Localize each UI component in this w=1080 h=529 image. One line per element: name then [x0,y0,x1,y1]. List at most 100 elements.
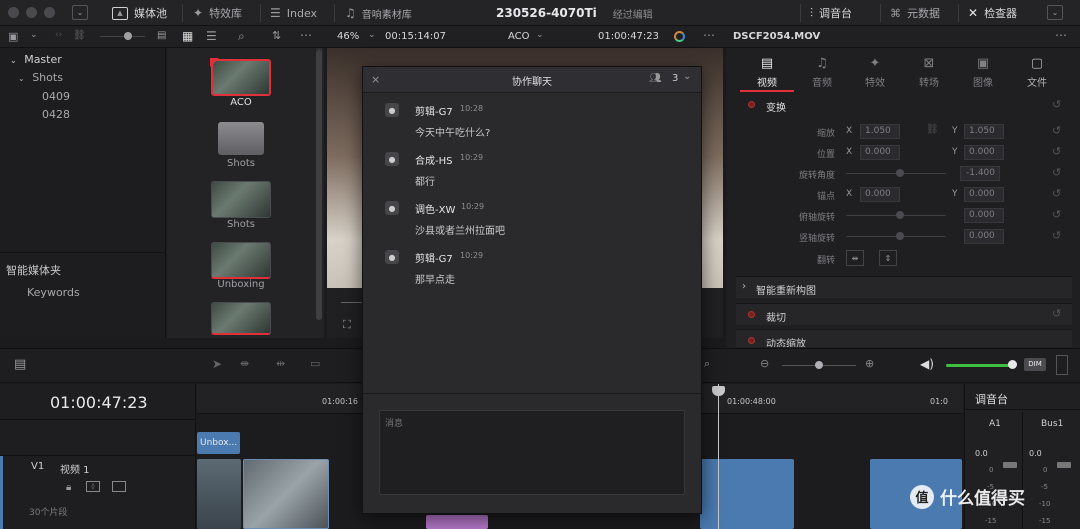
maximize-window-button[interactable] [44,7,55,18]
volume-slider[interactable] [946,364,1012,367]
media-thumbnail-aco[interactable] [211,59,271,96]
track-name[interactable]: 视频 1 [60,461,90,476]
tree-item-0428[interactable]: 0428 [42,108,70,121]
tree-master[interactable]: ⌄ Master [10,53,62,66]
chevron-down-icon[interactable]: ⌄ [72,5,88,20]
reset-icon[interactable]: ↺ [1052,166,1061,179]
tree-shots[interactable]: ⌄ Shots [18,71,63,84]
color-wheel-icon[interactable] [674,31,685,42]
chevron-down-icon[interactable]: ⌄ [368,30,376,40]
link-icon[interactable]: ⛓ [926,124,939,135]
inspector-tab[interactable]: ✕ 检查器 [968,0,1017,26]
lock-icon[interactable]: 🔒︎ [66,482,71,493]
position-y-field[interactable]: 0.000 [964,145,1004,160]
position-x-field[interactable]: 0.000 [860,145,900,160]
media-thumbnail-more[interactable] [211,302,271,335]
timeline-clip[interactable] [243,459,329,529]
filmstrip-view-icon[interactable]: ▤ [157,30,166,41]
monitor-icon[interactable] [112,481,126,492]
yaw-field[interactable]: 0.000 [964,229,1004,244]
zoom-y-field[interactable]: 1.050 [964,124,1004,139]
slider-knob[interactable] [896,169,904,177]
reset-icon[interactable]: ↺ [1052,229,1061,242]
close-window-button[interactable] [8,7,19,18]
more-options-icon[interactable]: ⋯ [703,28,715,42]
clip-name[interactable]: ACO [508,31,530,42]
reset-icon[interactable]: ↺ [1052,187,1061,200]
zoom-out-icon[interactable]: ⊖ [760,357,769,370]
auto-select-icon[interactable]: ◊ [86,481,100,492]
enable-toggle[interactable] [748,311,755,318]
thumbnail-size-slider[interactable] [100,36,145,37]
timeline-clip[interactable] [197,459,241,529]
reset-icon[interactable]: ↺ [1052,307,1061,320]
tab-transitions[interactable]: ⊠ 转场 [902,56,956,89]
search-icon[interactable]: ⌕ [238,29,245,44]
fader-bus1[interactable] [1057,462,1071,468]
crop-icon[interactable]: ⛶ [343,318,351,332]
flip-vertical-icon[interactable]: ⇕ [879,250,897,266]
message-input[interactable] [379,410,685,495]
zoom-level[interactable]: 46% [337,31,359,42]
enable-toggle[interactable] [748,337,755,344]
index-tab[interactable]: ☰ Index [270,0,317,26]
tab-audio[interactable]: ♫ 音频 [795,56,849,89]
flip-horizontal-icon[interactable]: ⇹ [846,250,864,266]
enable-toggle[interactable] [748,101,755,108]
timeline-clip-unboxing[interactable]: Unbox... [197,432,240,454]
trim-tool-icon[interactable]: ⇼ [240,357,249,370]
crop-section[interactable]: 裁切 [736,303,1072,325]
grid-view-icon[interactable]: ▦ [182,29,193,43]
zoom-fit-icon[interactable]: ⌕ [704,357,710,371]
effects-tab[interactable]: ✦ 特效库 [193,0,242,26]
minimize-window-button[interactable] [26,7,37,18]
sort-icon[interactable]: ⇅ [272,29,281,42]
anchor-x-field[interactable]: 0.000 [860,187,900,202]
folder-icon[interactable] [218,122,264,155]
more-options-icon[interactable]: ⋯ [300,28,312,42]
sound-library-tab[interactable]: ♫ 音响素材库 [345,0,412,26]
anchor-y-field[interactable]: 0.000 [964,187,1004,202]
reset-icon[interactable]: ↺ [1052,124,1061,137]
dim-button[interactable]: DIM [1024,358,1046,371]
slider-knob[interactable] [815,361,823,369]
zoom-in-icon[interactable]: ⊕ [865,357,874,370]
rotation-field[interactable]: -1.400 [960,166,1000,181]
reset-icon[interactable]: ↺ [1052,98,1061,111]
media-pool-tab[interactable]: ▲ 媒体池 [112,0,167,26]
users-icon[interactable]: 👥︎ [649,73,662,84]
tree-item-0409[interactable]: 0409 [42,90,70,103]
code-icon[interactable]: ‹› [55,30,62,40]
playhead[interactable] [718,384,719,529]
chevron-down-icon[interactable]: ⌄ [1047,5,1063,20]
slider-knob[interactable] [124,32,132,40]
tab-effects[interactable]: ✦ 特效 [848,56,902,89]
tab-file[interactable]: ▢ 文件 [1010,56,1064,89]
slider-knob[interactable] [896,211,904,219]
chevron-down-icon[interactable]: ⌄ [536,30,544,40]
chevron-down-icon[interactable]: ⌄ [30,30,38,40]
tree-item-keywords[interactable]: Keywords [27,286,80,299]
timeline-view-icon[interactable]: ▤ [14,357,26,372]
tab-image[interactable]: ▣ 图像 [956,56,1010,89]
reset-icon[interactable]: ↺ [1052,208,1061,221]
speaker-icon[interactable]: ◀) [920,357,934,371]
insert-clip-icon[interactable]: ▭ [310,357,320,370]
fader-a1[interactable] [1003,462,1017,468]
link-icon[interactable]: ⛓ [73,30,86,41]
smart-reframe-section[interactable]: › 智能重新构图 [736,276,1072,298]
slider-knob[interactable] [896,232,904,240]
blade-tool-icon[interactable]: ⇹ [276,357,285,370]
meter-toggle-icon[interactable] [1056,355,1068,375]
tab-video[interactable]: ▤ 视频 [740,56,794,89]
panel-toggle-icon[interactable]: ▣ [8,30,18,43]
list-view-icon[interactable]: ☰ [206,29,217,43]
metadata-tab[interactable]: ⌘ 元数据 [890,0,940,26]
zoom-x-field[interactable]: 1.050 [860,124,900,139]
pitch-field[interactable]: 0.000 [964,208,1004,223]
transform-section-header[interactable]: 变换 [736,94,1072,116]
more-options-icon[interactable]: ⋯ [1055,28,1067,42]
timeline-clip[interactable] [700,459,794,529]
pointer-tool-icon[interactable]: ➤ [212,357,222,371]
chevron-down-icon[interactable]: ⌄ [683,71,691,82]
